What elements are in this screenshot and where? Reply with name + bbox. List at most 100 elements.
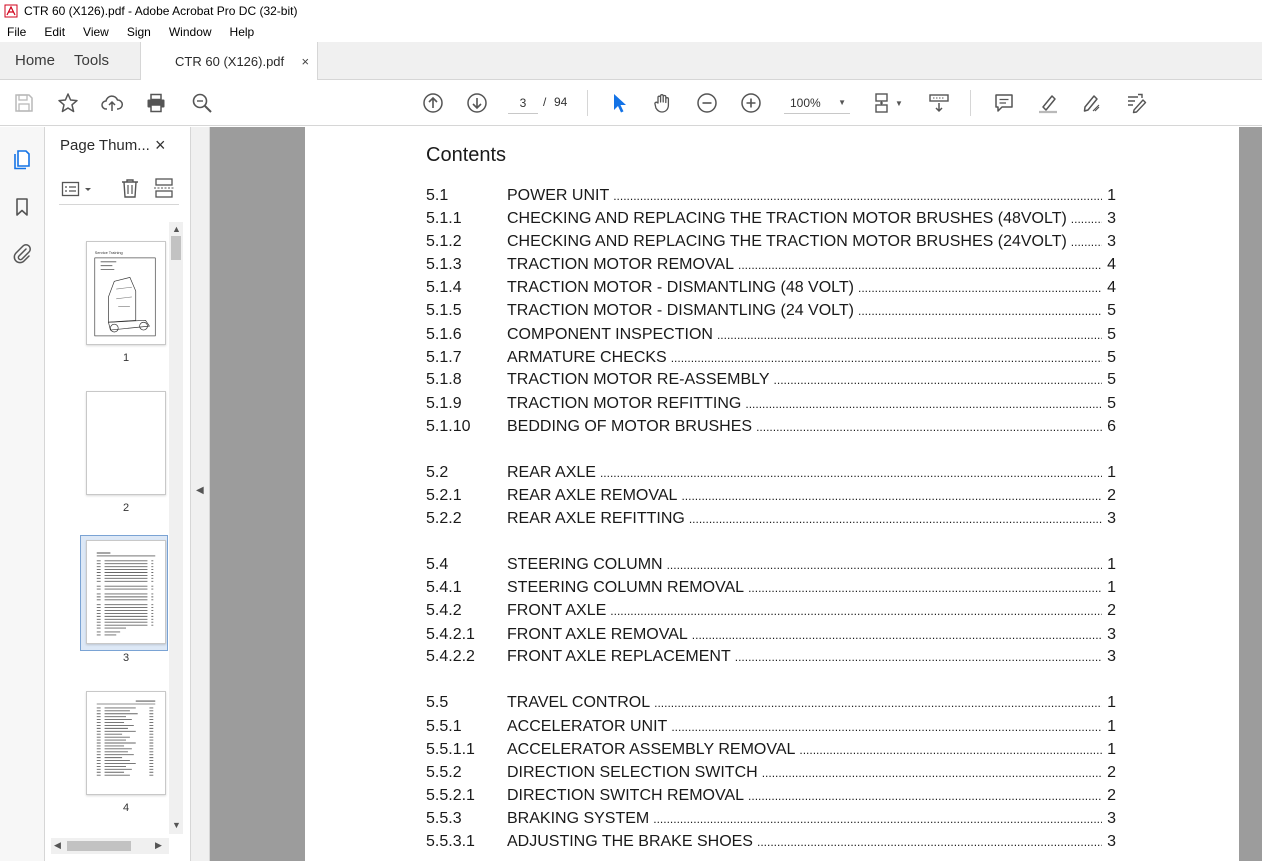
tab-close-icon[interactable]: × — [301, 54, 309, 69]
attachments-paperclip-icon[interactable] — [10, 241, 34, 265]
toc-section-title: TRACTION MOTOR RE-ASSEMBLY — [507, 371, 770, 388]
thumbnail-horizontal-scrollbar[interactable]: ◀ ▶ — [51, 838, 169, 854]
document-viewport[interactable]: Contents 5.1 POWER UNIT 1 5.1.1 CHECKING AND… — [210, 127, 1240, 861]
toc-entry[interactable]: 5.1.3 TRACTION MOTOR REMOVAL 4 — [426, 256, 1116, 276]
menu-edit[interactable]: Edit — [41, 25, 68, 39]
delete-trash-icon[interactable] — [119, 177, 141, 199]
comment-icon[interactable] — [992, 91, 1016, 115]
select-cursor-icon[interactable] — [607, 91, 631, 115]
zoom-level-value: 100% — [790, 95, 821, 110]
toc-entry[interactable]: 5.1.8 TRACTION MOTOR RE-ASSEMBLY 5 — [426, 371, 1116, 391]
toc-entry[interactable]: 5.5.3.1 ADJUSTING THE BRAKE SHOES 3 — [426, 833, 1116, 853]
bookmark-star-icon[interactable] — [56, 91, 80, 115]
bookmarks-icon[interactable] — [10, 195, 34, 219]
toc-entry[interactable]: 5.4.2.2 FRONT AXLE REPLACEMENT 3 — [426, 648, 1116, 668]
toc-entry[interactable]: 5.1.9 TRACTION MOTOR REFITTING 5 — [426, 395, 1116, 415]
toc-section-number: 5.1.10 — [426, 418, 471, 435]
toc-entry[interactable]: 5.1 POWER UNIT 1 — [426, 187, 1116, 207]
toc-entry[interactable]: 5.2.2 REAR AXLE REFITTING 3 — [426, 510, 1116, 530]
toc-entry[interactable]: 5.4.1 STEERING COLUMN REMOVAL 1 — [426, 579, 1116, 599]
toc-section-number: 5.5.2.1 — [426, 787, 475, 804]
chevron-down-icon[interactable]: ▼ — [894, 91, 904, 115]
toc-entry[interactable]: 5.4.2 FRONT AXLE 2 — [426, 602, 1116, 622]
menu-view[interactable]: View — [80, 25, 112, 39]
toc-entry[interactable]: 5.4.2.1 FRONT AXLE REMOVAL 3 — [426, 626, 1116, 646]
scroll-down-icon[interactable]: ▼ — [172, 820, 181, 830]
zoom-in-icon[interactable] — [739, 91, 763, 115]
toc-entry[interactable]: 5.5.3 BRAKING SYSTEM 3 — [426, 810, 1116, 830]
toc-page-number: 2 — [1107, 787, 1116, 804]
toc-entry[interactable]: 5.1.10 BEDDING OF MOTOR BRUSHES 6 — [426, 418, 1116, 438]
toc-entry[interactable]: 5.5.2 DIRECTION SELECTION SWITCH 2 — [426, 764, 1116, 784]
toc-entry[interactable]: 5.1.2 CHECKING AND REPLACING THE TRACTION… — [426, 233, 1116, 253]
toc-dot-leader — [671, 720, 1102, 734]
toc-section-number: 5.2.1 — [426, 487, 462, 504]
fill-and-sign-icon[interactable] — [1124, 91, 1148, 115]
panel-collapse-strip[interactable]: ◀ — [191, 127, 210, 861]
thumbnail-page-1[interactable]: Service Training — [86, 241, 166, 345]
thumbnail-page-3[interactable] — [86, 540, 166, 644]
toc-section-title: REAR AXLE REMOVAL — [507, 487, 678, 504]
upload-cloud-icon[interactable] — [100, 91, 124, 115]
document-page: Contents 5.1 POWER UNIT 1 5.1.1 CHECKING AND… — [305, 127, 1239, 861]
toc-dot-leader — [667, 558, 1102, 572]
toc-section-number: 5.4.2.1 — [426, 626, 475, 643]
thumbnail-vertical-scrollbar[interactable]: ▲ ▼ — [169, 222, 183, 834]
thumbnail-page-2[interactable] — [86, 391, 166, 495]
document-scrollbar[interactable] — [1240, 127, 1262, 861]
zoom-out-icon[interactable] — [695, 91, 719, 115]
save-icon[interactable] — [12, 91, 36, 115]
thumbnail-page-4[interactable] — [86, 691, 166, 795]
toc-entry[interactable]: 5.5 TRAVEL CONTROL 1 — [426, 694, 1116, 714]
toc-entry[interactable]: 5.1.1 CHECKING AND REPLACING THE TRACTION… — [426, 210, 1116, 230]
page-number-input[interactable] — [508, 92, 538, 114]
toc-entry[interactable]: 5.1.7 ARMATURE CHECKS 5 — [426, 349, 1116, 369]
menu-sign[interactable]: Sign — [124, 25, 154, 39]
toc-section-title: STEERING COLUMN REMOVAL — [507, 579, 745, 596]
tab-document[interactable]: CTR 60 (X126).pdf × — [140, 42, 319, 81]
scroll-mode-icon[interactable] — [927, 91, 951, 115]
toc-page-number: 1 — [1107, 464, 1116, 481]
insert-page-icon[interactable] — [153, 177, 175, 199]
toc-entry[interactable]: 5.4 STEERING COLUMN 1 — [426, 556, 1116, 576]
toc-entry[interactable]: 5.1.6 COMPONENT INSPECTION 5 — [426, 326, 1116, 346]
scrollbar-thumb[interactable] — [171, 236, 181, 260]
draw-sign-icon[interactable] — [1080, 91, 1104, 115]
thumbnail-label: 4 — [122, 802, 130, 814]
menu-help[interactable]: Help — [227, 25, 258, 39]
thumbnail-options-icon[interactable] — [61, 179, 95, 199]
toc-entry[interactable]: 5.5.1 ACCELERATOR UNIT 1 — [426, 718, 1116, 738]
toc-entry[interactable]: 5.1.4 TRACTION MOTOR - DISMANTLING (48 VO… — [426, 279, 1116, 299]
highlight-pen-icon[interactable] — [1036, 91, 1060, 115]
previous-page-icon[interactable] — [421, 91, 445, 115]
toc-entry[interactable]: 5.5.1.1 ACCELERATOR ASSEMBLY REMOVAL 1 — [426, 741, 1116, 761]
toc-page-number: 3 — [1107, 810, 1116, 827]
tab-tools[interactable]: Tools — [70, 42, 124, 79]
menu-window[interactable]: Window — [166, 25, 215, 39]
thumbnail-tools — [59, 175, 179, 205]
scroll-right-icon[interactable]: ▶ — [155, 840, 162, 851]
toc-section-number: 5.5.1 — [426, 718, 462, 735]
toc-entry[interactable]: 5.5.2.1 DIRECTION SWITCH REMOVAL 2 — [426, 787, 1116, 807]
page-fit-icon[interactable] — [872, 91, 896, 115]
toc-section-number: 5.4.1 — [426, 579, 462, 596]
toc-entry[interactable]: 5.1.5 TRACTION MOTOR - DISMANTLING (24 VO… — [426, 302, 1116, 322]
toc-dot-leader — [692, 628, 1102, 642]
toc-entry[interactable]: 5.2 REAR AXLE 1 — [426, 464, 1116, 484]
close-panel-icon[interactable]: × — [155, 135, 166, 156]
page-thumbnails-icon[interactable] — [10, 147, 34, 171]
scroll-up-icon[interactable]: ▲ — [172, 224, 181, 234]
next-page-icon[interactable] — [465, 91, 489, 115]
collapse-panel-chevron-icon[interactable]: ◀ — [196, 485, 204, 496]
tab-home[interactable]: Home — [0, 42, 70, 79]
toc-dot-leader — [681, 489, 1102, 503]
print-icon[interactable] — [144, 91, 168, 115]
menu-file[interactable]: File — [4, 25, 29, 39]
zoom-search-icon[interactable] — [190, 91, 214, 115]
toc-page-number: 1 — [1107, 741, 1116, 758]
scroll-left-icon[interactable]: ◀ — [54, 840, 61, 851]
hand-tool-icon[interactable] — [651, 91, 675, 115]
scrollbar-thumb[interactable] — [67, 841, 131, 851]
zoom-level-select[interactable]: 100% ▼ — [784, 92, 850, 114]
toc-entry[interactable]: 5.2.1 REAR AXLE REMOVAL 2 — [426, 487, 1116, 507]
